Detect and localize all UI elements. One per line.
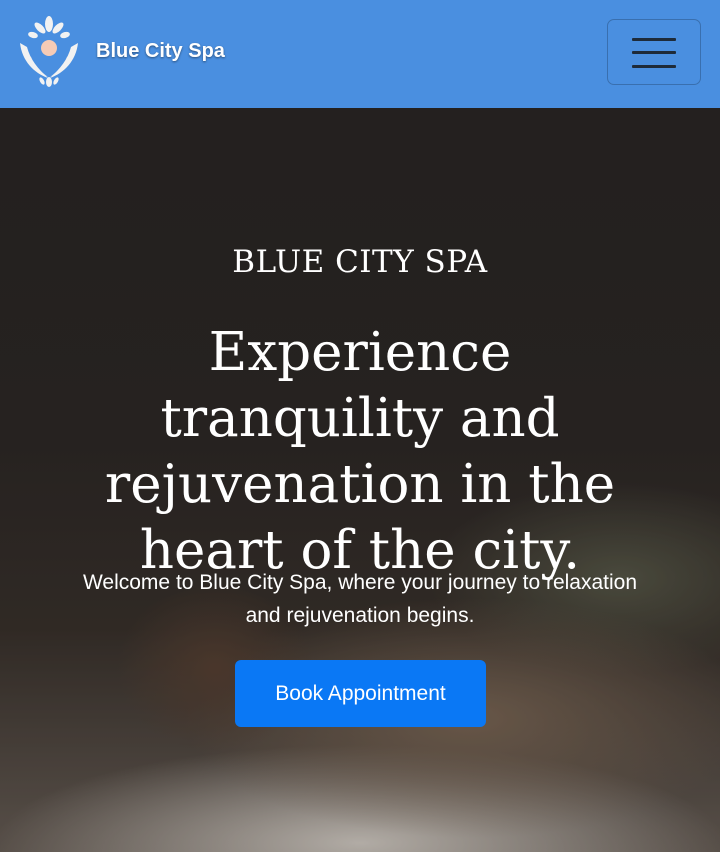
hero-eyebrow: BLUE CITY SPA	[232, 244, 488, 280]
lotus-figure-icon	[20, 16, 78, 87]
hero-headline: Experience tranquility and rejuvenation …	[104, 322, 616, 581]
hero-subtext: Welcome to Blue City Spa, where your jou…	[82, 571, 638, 627]
navbar: Blue City Spa	[0, 0, 720, 108]
brand-name: Blue City Spa	[96, 39, 225, 62]
book-appointment-button[interactable]: Book Appointment	[235, 660, 486, 727]
hamburger-menu-button[interactable]	[607, 19, 701, 85]
brand-link[interactable]: Blue City Spa	[18, 15, 225, 87]
hero-section: BLUE CITY SPA Experience tranquility and…	[0, 108, 720, 852]
